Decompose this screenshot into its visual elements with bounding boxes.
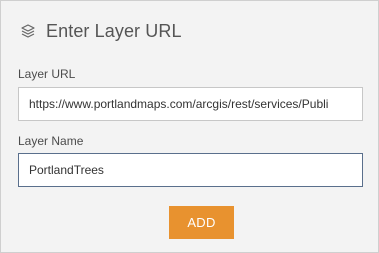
- add-button[interactable]: ADD: [169, 206, 234, 239]
- layer-url-label: Layer URL: [18, 67, 76, 81]
- enter-layer-url-panel: Enter Layer URL Layer URL Layer Name ADD: [0, 0, 379, 253]
- layer-name-input[interactable]: [18, 153, 363, 187]
- panel-header: Enter Layer URL: [18, 18, 182, 44]
- layer-name-label: Layer Name: [18, 134, 84, 148]
- layer-url-input[interactable]: [18, 87, 363, 121]
- panel-title: Enter Layer URL: [46, 20, 182, 41]
- layers-icon: [18, 21, 38, 41]
